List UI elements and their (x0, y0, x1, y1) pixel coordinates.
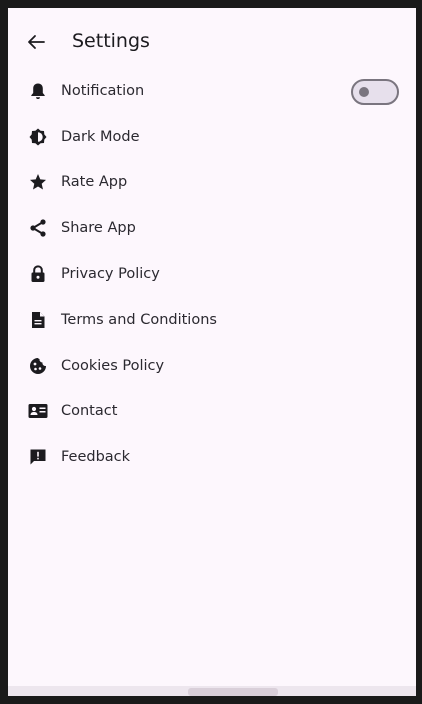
settings-item-notification[interactable]: Notification (8, 68, 416, 114)
settings-item-cookies-policy[interactable]: Cookies Policy (8, 343, 416, 389)
settings-item-label: Notification (61, 82, 145, 99)
settings-item-label: Contact (61, 403, 118, 420)
settings-screen: Settings Notification Dark Mode Rate App… (8, 8, 416, 696)
settings-item-privacy-policy[interactable]: Privacy Policy (8, 251, 416, 297)
contact-card-icon (28, 401, 48, 421)
app-bar: Settings (8, 22, 416, 62)
page-title: Settings (72, 30, 150, 52)
settings-item-label: Cookies Policy (61, 357, 165, 374)
settings-item-terms-and-conditions[interactable]: Terms and Conditions (8, 297, 416, 343)
notification-toggle[interactable] (351, 79, 399, 105)
settings-item-label: Feedback (61, 449, 131, 466)
cookie-icon (28, 356, 48, 376)
bottom-edge (8, 686, 416, 696)
settings-list: Notification Dark Mode Rate App Share Ap… (8, 68, 416, 480)
feedback-icon (28, 447, 48, 467)
settings-item-label: Dark Mode (61, 128, 140, 145)
lock-icon (28, 264, 48, 284)
bell-icon (28, 81, 48, 101)
brightness-icon (28, 127, 48, 147)
settings-item-contact[interactable]: Contact (8, 389, 416, 435)
document-icon (28, 310, 48, 330)
settings-item-feedback[interactable]: Feedback (8, 434, 416, 480)
toggle-knob (359, 87, 369, 97)
share-icon (28, 218, 48, 238)
settings-item-label: Share App (61, 220, 136, 237)
star-icon (28, 172, 48, 192)
settings-item-label: Terms and Conditions (61, 311, 217, 328)
settings-item-dark-mode[interactable]: Dark Mode (8, 114, 416, 160)
settings-item-rate-app[interactable]: Rate App (8, 160, 416, 206)
clipped-content (188, 688, 278, 696)
settings-item-label: Rate App (61, 174, 128, 191)
arrow-left-icon (28, 35, 45, 49)
settings-item-label: Privacy Policy (61, 266, 160, 283)
back-button[interactable] (22, 28, 50, 56)
settings-item-share-app[interactable]: Share App (8, 205, 416, 251)
